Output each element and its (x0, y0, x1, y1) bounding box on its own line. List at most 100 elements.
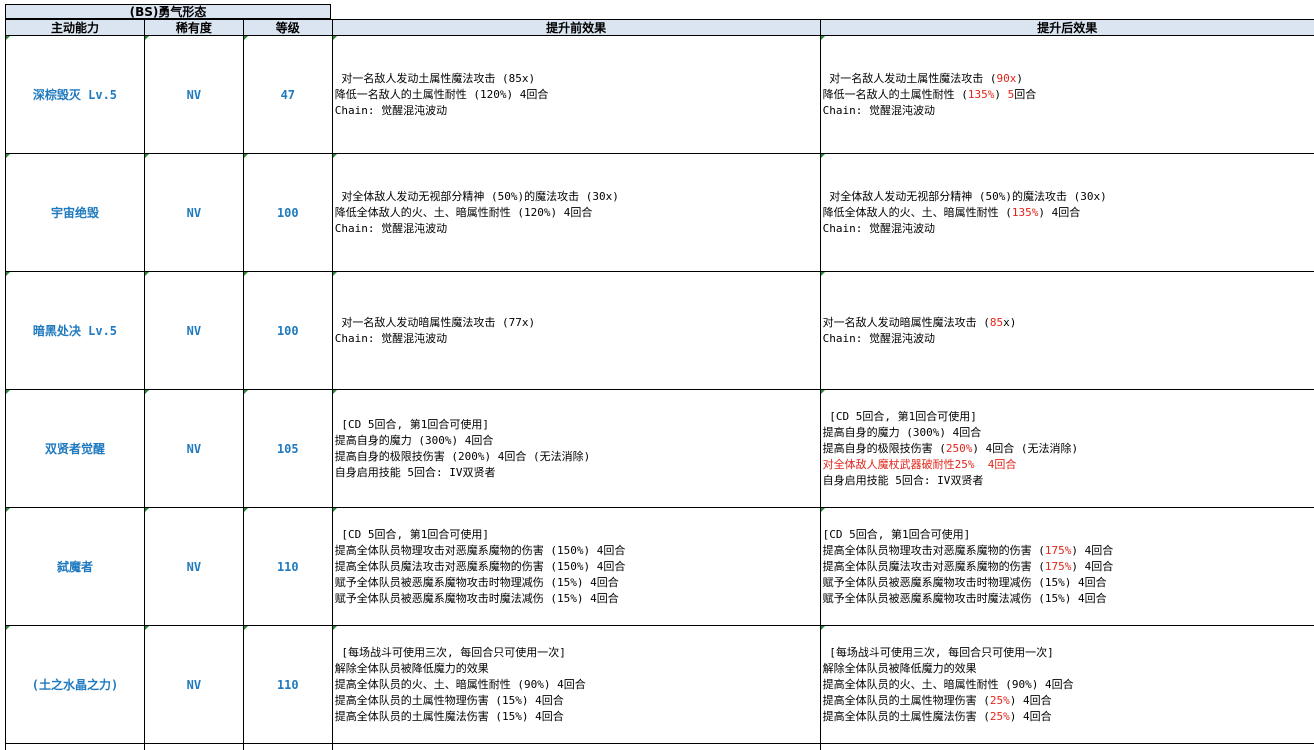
skill-name-cell[interactable]: 双贤者觉醒 (5, 389, 145, 508)
effect-line: 提高全体队员的土属性物理伤害 (15%) 4回合 (335, 693, 820, 709)
level-cell[interactable]: 100 (242, 153, 333, 272)
header-rarity[interactable]: 稀有度 (143, 19, 244, 36)
highlighted-value: 135% (1011, 205, 1039, 219)
table-row: 弑魔者 NV 110 [CD 5回合, 第1回合可使用] 提高全体队员物理攻击对恶魔系… (5, 507, 1314, 626)
effect-after-cell[interactable]: [每场战斗可使用三次, 每回合只可使用一次] 解除全体队员被降低魔力的效果 提高全体… (819, 625, 1314, 744)
header-level[interactable]: 等级 (242, 19, 333, 36)
effect-after-cell[interactable]: [CD 5回合, 第1回合可使用] 提高自身的魔力 (300%) 4回合 提高自身的… (819, 389, 1314, 508)
level-cell[interactable]: 100 (242, 271, 333, 390)
effect-after-cell[interactable]: 对一名敌人发动土属性魔法攻击 (90x) 降低一名敌人的土属性耐性 (135%) … (819, 35, 1314, 154)
effect-text: [CD 5回合, 第1回合可使用] (822, 409, 977, 423)
effect-text: [每场战斗可使用三次, 每回合只可使用一次] (334, 645, 566, 659)
empty-cell[interactable] (819, 743, 1314, 750)
level-cell-text: 105 (276, 441, 299, 456)
effect-text: 提高全体队员的火、土、暗属性耐性 (90%) 4回合 (822, 677, 1074, 691)
effect-line: 赋予全体队员被恶魔系魔物攻击时魔法减伤 (15%) 4回合 (335, 591, 820, 607)
effect-before-cell[interactable]: 对全体敌人发动无视部分精神 (50%)的魔法攻击 (30x) 降低全体敌人的火、土… (331, 153, 821, 272)
effect-text: x) (1003, 315, 1017, 329)
effect-before-cell[interactable]: 对一名敌人发动暗属性魔法攻击 (77x) Chain: 觉醒混沌波动 (331, 271, 821, 390)
highlighted-value: 对全体敌人魔杖武器破耐性25% 4回合 (822, 457, 1017, 471)
effect-after-cell[interactable]: 对一名敌人发动暗属性魔法攻击 (85x) Chain: 觉醒混沌波动 (819, 271, 1314, 390)
effect-text: ) (994, 87, 1008, 101)
effect-text: 自身启用技能 5回合: IV双贤者 (822, 473, 984, 487)
comment-marker-icon (243, 508, 248, 512)
effect-line: Chain: 觉醒混沌波动 (823, 103, 1314, 119)
level-cell-text: 100 (276, 205, 299, 220)
rarity-cell[interactable]: NV (143, 153, 244, 272)
effect-text: ) 4回合 (1038, 205, 1081, 219)
level-cell[interactable]: 110 (242, 507, 333, 626)
effect-before-cell[interactable]: 对一名敌人发动土属性魔法攻击 (85x) 降低一名敌人的土属性耐性 (120%) … (331, 35, 821, 154)
rarity-cell[interactable]: NV (143, 625, 244, 744)
effect-line: Chain: 觉醒混沌波动 (335, 103, 820, 119)
level-cell-text: 110 (276, 677, 299, 692)
effect-text: 对一名敌人发动暗属性魔法攻击 ( (822, 315, 990, 329)
comment-marker-icon (332, 626, 337, 630)
effect-text: 自身启用技能 5回合: IV双贤者 (334, 465, 496, 479)
effect-before-cell[interactable]: [CD 5回合, 第1回合可使用] 提高自身的魔力 (300%) 4回合 提高自身的… (331, 389, 821, 508)
effect-after-cell[interactable]: 对全体敌人发动无视部分精神 (50%)的魔法攻击 (30x) 降低全体敌人的火、土… (819, 153, 1314, 272)
effect-text: [CD 5回合, 第1回合可使用] (334, 527, 489, 541)
skill-name-cell[interactable]: 弑魔者 (5, 507, 145, 626)
highlighted-value: 25% (989, 693, 1010, 707)
effect-text: [每场战斗可使用三次, 每回合只可使用一次] (822, 645, 1054, 659)
table-row: 双贤者觉醒 NV 105 [CD 5回合, 第1回合可使用] 提高自身的魔力 (300… (5, 389, 1314, 508)
header-after[interactable]: 提升后效果 (819, 19, 1314, 36)
effect-line: Chain: 觉醒混沌波动 (335, 221, 820, 237)
rarity-cell-text: NV (186, 205, 202, 220)
rarity-cell[interactable]: NV (143, 271, 244, 390)
effect-line: 降低一名敌人的土属性耐性 (135%) 5回合 (823, 87, 1314, 103)
comment-marker-icon (243, 272, 248, 276)
section-title[interactable]: (BS)勇气形态 (5, 4, 331, 19)
effect-line: 提高自身的魔力 (300%) 4回合 (823, 425, 1314, 441)
effect-line: 自身启用技能 5回合: IV双贤者 (823, 473, 1314, 489)
effect-text: 提高全体队员的土属性物理伤害 ( (822, 693, 990, 707)
empty-cell[interactable] (5, 743, 145, 750)
comment-marker-icon (144, 154, 149, 158)
skill-name-cell[interactable]: (土之水晶之力) (5, 625, 145, 744)
skill-name-cell[interactable]: 暗黑处决 Lv.5 (5, 271, 145, 390)
header-before[interactable]: 提升前效果 (331, 19, 821, 36)
skill-name-cell[interactable]: 宇宙绝毁 (5, 153, 145, 272)
effect-before-cell[interactable]: [每场战斗可使用三次, 每回合只可使用一次] 解除全体队员被降低魔力的效果 提高全体… (331, 625, 821, 744)
effect-line: 赋予全体队员被恶魔系魔物攻击时物理减伤 (15%) 4回合 (335, 575, 820, 591)
skill-name-cell-text: 双贤者觉醒 (44, 442, 105, 456)
effect-line: 赋予全体队员被恶魔系魔物攻击时魔法减伤 (15%) 4回合 (823, 591, 1314, 607)
comment-marker-icon (332, 508, 337, 512)
effect-line: [每场战斗可使用三次, 每回合只可使用一次] (823, 645, 1314, 661)
level-cell[interactable]: 105 (242, 389, 333, 508)
effect-text: 降低一名敌人的土属性耐性 (120%) 4回合 (334, 87, 549, 101)
table-row: 暗黑处决 Lv.5 NV 100 对一名敌人发动暗属性魔法攻击 (77x) Chain… (5, 271, 1314, 390)
effect-line: 降低全体敌人的火、土、暗属性耐性 (120%) 4回合 (335, 205, 820, 221)
header-skill[interactable]: 主动能力 (5, 19, 145, 36)
comment-marker-icon (820, 272, 825, 276)
comment-marker-icon (243, 154, 248, 158)
effect-line: 提高全体队员魔法攻击对恶魔系魔物的伤害 (175%) 4回合 (823, 559, 1314, 575)
effect-text: ) 4回合 (1071, 559, 1114, 573)
effect-line: Chain: 觉醒混沌波动 (823, 221, 1314, 237)
empty-cell[interactable] (242, 743, 333, 750)
skill-name-cell-text: 深棕毁灭 Lv.5 (32, 88, 118, 102)
rarity-cell[interactable]: NV (143, 35, 244, 154)
effect-text: [CD 5回合, 第1回合可使用] (334, 417, 489, 431)
rarity-cell[interactable]: NV (143, 507, 244, 626)
comment-marker-icon (6, 626, 10, 630)
effect-text: Chain: 觉醒混沌波动 (822, 103, 935, 117)
highlighted-value: 85 (989, 315, 1004, 329)
skill-name-cell-text: 弑魔者 (56, 560, 93, 574)
level-cell-text: 110 (276, 559, 299, 574)
level-cell[interactable]: 110 (242, 625, 333, 744)
effect-text: [CD 5回合, 第1回合可使用] (822, 527, 971, 541)
table-row-partial (5, 743, 1314, 750)
table-row: (土之水晶之力) NV 110 [每场战斗可使用三次, 每回合只可使用一次] 解除全体… (5, 625, 1314, 744)
level-cell[interactable]: 47 (242, 35, 333, 154)
empty-cell[interactable] (331, 743, 821, 750)
highlighted-value: 175% (1044, 543, 1072, 557)
effect-line: 对全体敌人魔杖武器破耐性25% 4回合 (823, 457, 1314, 473)
effect-before-cell[interactable]: [CD 5回合, 第1回合可使用] 提高全体队员物理攻击对恶魔系魔物的伤害 (15… (331, 507, 821, 626)
rarity-cell[interactable]: NV (143, 389, 244, 508)
skill-name-cell[interactable]: 深棕毁灭 Lv.5 (5, 35, 145, 154)
empty-cell[interactable] (143, 743, 244, 750)
level-cell-text: 47 (280, 87, 296, 102)
effect-after-cell[interactable]: [CD 5回合, 第1回合可使用] 提高全体队员物理攻击对恶魔系魔物的伤害 (17… (819, 507, 1314, 626)
